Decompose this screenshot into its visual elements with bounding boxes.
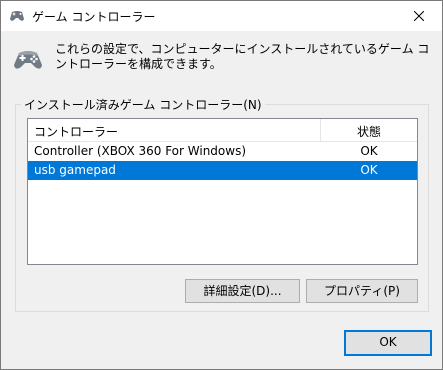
advanced-button[interactable]: 詳細設定(D)... [185,279,300,303]
gamepad-icon [13,48,43,72]
controller-name: Controller (XBOX 360 For Windows) [34,144,247,158]
list-item-selected[interactable]: usb gamepad OK [28,161,417,180]
controller-status: OK [360,163,378,177]
list-header: コントローラー 状態 [28,119,417,142]
window-title: ゲーム コントローラー [32,10,156,24]
close-icon [414,11,424,21]
controller-list[interactable]: コントローラー 状態 Controller (XBOX 360 For Wind… [27,118,418,265]
controller-status: OK [360,144,378,158]
ok-button[interactable]: OK [344,330,432,356]
properties-button[interactable]: プロパティ(P) [306,279,418,303]
game-controllers-dialog: ゲーム コントローラー これらの設定で、コンピューターにインストールされているゲ… [0,0,443,370]
title-bar[interactable]: ゲーム コントローラー [1,1,442,31]
column-header-controller[interactable]: コントローラー [34,123,118,140]
group-label: インストール済みゲーム コントローラー(N) [21,96,265,113]
close-button[interactable] [397,1,442,31]
column-header-status[interactable]: 状態 [321,123,417,140]
list-item[interactable]: Controller (XBOX 360 For Windows) OK [28,142,417,161]
gamepad-icon [9,9,25,23]
description-text: これらの設定で、コンピューターにインストールされているゲーム コントローラーを構… [55,42,430,71]
controller-name: usb gamepad [34,163,116,177]
